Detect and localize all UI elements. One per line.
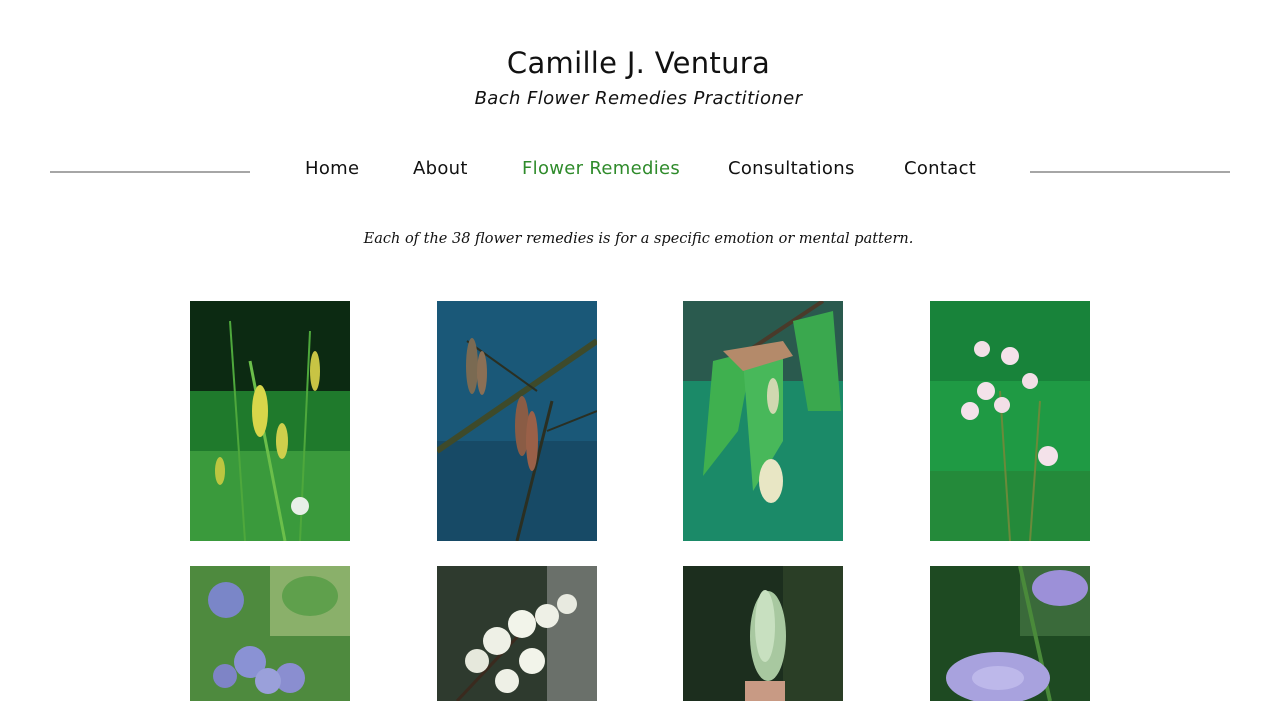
nav-item-about[interactable]: About [413, 158, 468, 179]
remedy-image-4 [930, 301, 1090, 541]
site-tagline: Bach Flower Remedies Practitioner [474, 88, 803, 109]
nav-item-flower-remedies[interactable]: Flower Remedies [522, 158, 680, 179]
nav-item-home[interactable]: Home [305, 158, 359, 179]
intro-text: Each of the 38 flower remedies is for a … [363, 231, 914, 247]
remedy-photo-6[interactable] [437, 566, 597, 701]
remedy-photo-5[interactable] [190, 566, 350, 701]
main-nav: Home About Flower Remedies Consultations… [0, 158, 1277, 184]
nav-item-consultations[interactable]: Consultations [728, 158, 855, 179]
remedy-image-3 [683, 301, 843, 541]
remedy-image-5 [190, 566, 350, 701]
remedy-photo-2[interactable] [437, 301, 597, 541]
remedy-image-6 [437, 566, 597, 701]
remedy-image-1 [190, 301, 350, 541]
nav-item-contact[interactable]: Contact [904, 158, 976, 179]
remedy-image-2 [437, 301, 597, 541]
remedy-photo-8[interactable] [930, 566, 1090, 701]
remedy-photo-1[interactable] [190, 301, 350, 541]
remedy-photo-7[interactable] [683, 566, 843, 701]
remedy-photo-4[interactable] [930, 301, 1090, 541]
site-title[interactable]: Camille J. Ventura [0, 46, 1277, 80]
remedy-image-7 [683, 566, 843, 701]
remedy-photo-3[interactable] [683, 301, 843, 541]
remedy-image-8 [930, 566, 1090, 701]
